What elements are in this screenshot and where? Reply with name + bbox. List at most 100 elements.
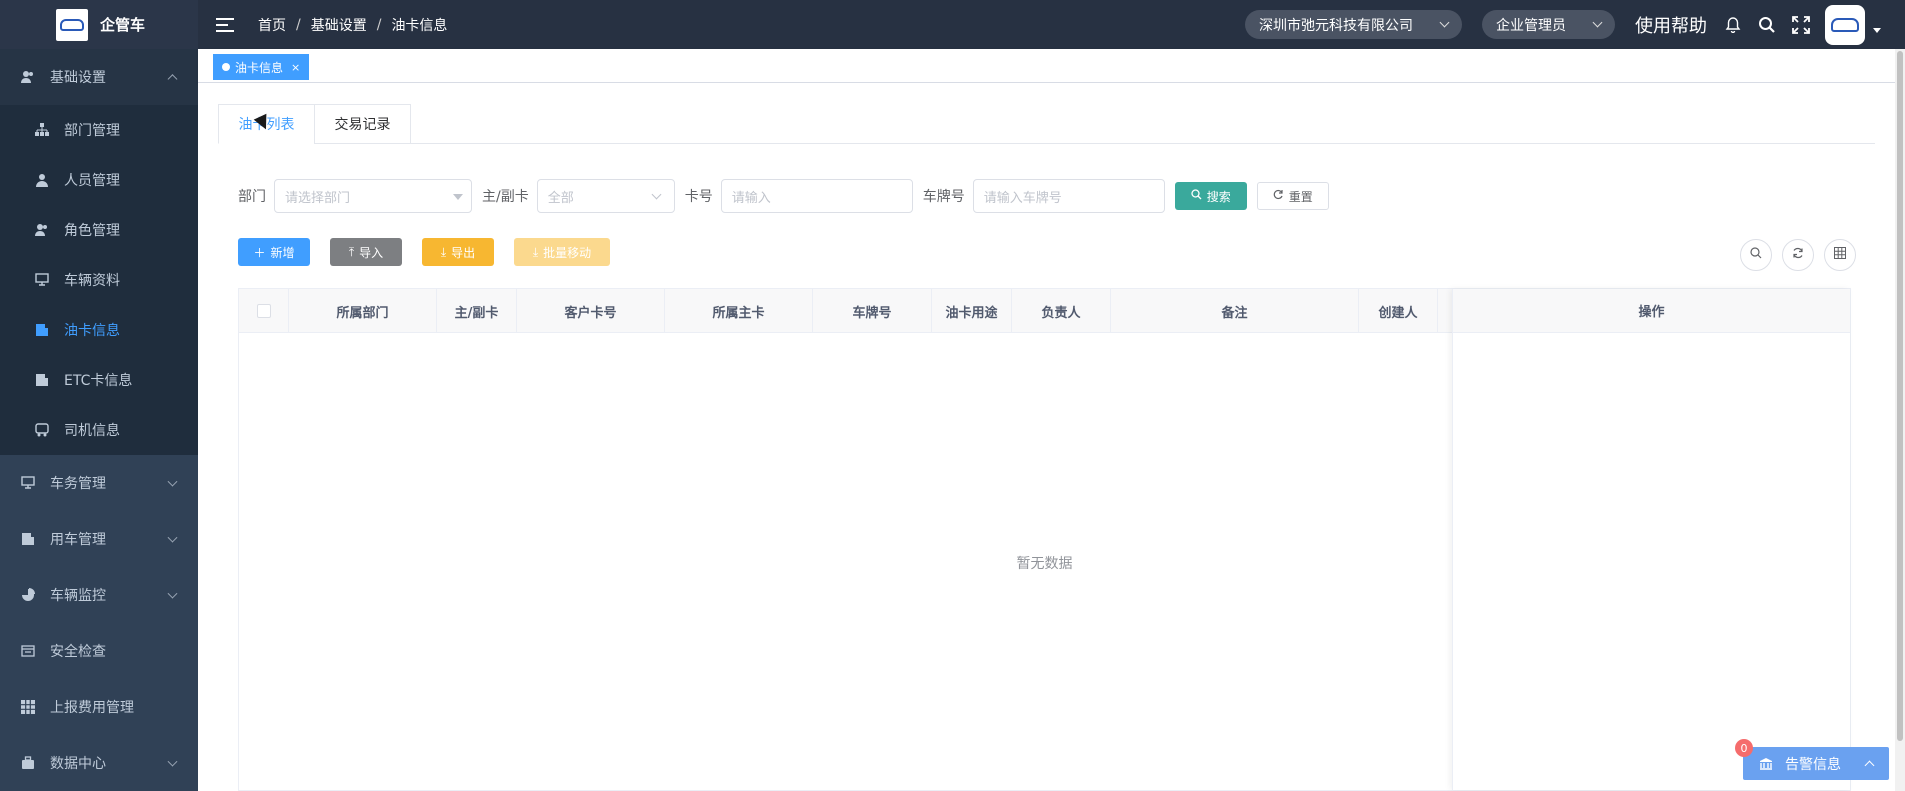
card-no-placeholder: 请输入 bbox=[731, 190, 771, 206]
select-all-cell bbox=[239, 289, 289, 333]
tag-label: 油卡信息 bbox=[235, 60, 284, 75]
columns-button[interactable] bbox=[1824, 239, 1856, 271]
reset-button-label: 重置 bbox=[1288, 189, 1313, 204]
col-actions: 操作 bbox=[1453, 289, 1850, 333]
chevron-down-icon bbox=[1592, 17, 1603, 28]
refresh-button[interactable] bbox=[1782, 239, 1814, 271]
calendar-icon bbox=[20, 643, 36, 659]
etc-card-icon bbox=[34, 372, 50, 388]
logo-image bbox=[56, 8, 88, 41]
logo[interactable]: 企管车 bbox=[0, 0, 198, 49]
sidebar-item-staff[interactable]: 人员管理 bbox=[0, 155, 198, 205]
sidebar-item-dept[interactable]: 部门管理 bbox=[0, 105, 198, 155]
tab-transactions[interactable]: 交易记录 bbox=[314, 104, 411, 144]
fullscreen-icon[interactable] bbox=[1791, 15, 1811, 35]
col-usage: 油卡用途 bbox=[932, 289, 1012, 333]
col-owner: 负责人 bbox=[1012, 289, 1111, 333]
reset-button[interactable]: 重置 bbox=[1256, 182, 1329, 210]
menu-group-basic-settings[interactable]: 基础设置 bbox=[0, 49, 198, 105]
breadcrumb-basic[interactable]: 基础设置 bbox=[311, 15, 367, 35]
help-link[interactable]: 使用帮助 bbox=[1635, 12, 1707, 38]
search-toggle-button[interactable] bbox=[1740, 239, 1772, 271]
monitor-icon bbox=[20, 475, 36, 491]
page-scrollbar[interactable] bbox=[1895, 49, 1905, 791]
app-name: 企管车 bbox=[100, 16, 146, 34]
fixed-action-column: 操作 bbox=[1452, 289, 1850, 790]
search-icon bbox=[1750, 247, 1762, 263]
bell-icon[interactable] bbox=[1723, 15, 1743, 35]
download-icon: ⤓ bbox=[532, 244, 539, 259]
dept-select[interactable]: 请选择部门 bbox=[274, 179, 472, 213]
search-icon[interactable] bbox=[1757, 15, 1777, 35]
col-creator: 创建人 bbox=[1359, 289, 1438, 333]
import-button-label: 导入 bbox=[359, 245, 384, 260]
alarm-panel-toggle[interactable]: 0 告警信息 bbox=[1735, 739, 1889, 780]
menu-toggle-icon[interactable] bbox=[216, 17, 234, 32]
export-button[interactable]: ⤓ 导出 bbox=[422, 238, 494, 266]
menu-group-vehicle-use[interactable]: 用车管理 bbox=[0, 511, 198, 567]
role-value: 企业管理员 bbox=[1496, 17, 1566, 34]
card-type-label: 主/副卡 bbox=[482, 189, 529, 205]
close-icon[interactable]: × bbox=[291, 61, 300, 74]
plus-icon: ＋ bbox=[253, 245, 266, 260]
sidebar-item-label: 部门管理 bbox=[64, 123, 120, 139]
card-icon bbox=[20, 531, 36, 547]
breadcrumb-separator: / bbox=[296, 16, 301, 33]
sidebar-item-label: 油卡信息 bbox=[64, 323, 120, 339]
sidebar-item-label: 角色管理 bbox=[64, 223, 120, 239]
sidebar-item-vehicle[interactable]: 车辆资料 bbox=[0, 255, 198, 305]
import-button[interactable]: ⤒ 导入 bbox=[330, 238, 402, 266]
pie-icon bbox=[20, 587, 36, 603]
topbar: 首页 / 基础设置 / 油卡信息 深圳市弛元科技有限公司 企业管理员 使用帮助 bbox=[198, 0, 1905, 49]
card-type-select[interactable]: 全部 bbox=[536, 179, 675, 213]
menu-group-monitoring[interactable]: 车辆监控 bbox=[0, 567, 198, 623]
sidebar-item-role[interactable]: 角色管理 bbox=[0, 205, 198, 255]
select-all-checkbox[interactable] bbox=[256, 304, 271, 318]
sidebar-item-etc-card[interactable]: ETC卡信息 bbox=[0, 355, 198, 405]
menu-group-safety[interactable]: 安全检查 bbox=[0, 623, 198, 679]
batch-move-button[interactable]: ⤓ 批量移动 bbox=[514, 238, 610, 266]
plate-input[interactable]: 请输入车牌号 bbox=[972, 179, 1165, 213]
fuel-card-table: 所属部门 主/副卡 客户卡号 所属主卡 车牌号 油卡用途 负责人 备注 创建人 … bbox=[238, 288, 1851, 791]
menu-group-label: 数据中心 bbox=[50, 756, 106, 772]
company-select[interactable]: 深圳市弛元科技有限公司 bbox=[1245, 10, 1462, 39]
plate-placeholder: 请输入车牌号 bbox=[983, 190, 1062, 206]
menu-group-label: 上报费用管理 bbox=[50, 700, 134, 716]
sidebar-item-fuel-card[interactable]: 油卡信息 bbox=[0, 305, 198, 355]
action-toolbar: ＋ 新增 ⤒ 导入 ⤓ 导出 ⤓ 批量移动 bbox=[238, 238, 630, 266]
menu-group-expense[interactable]: 上报费用管理 bbox=[0, 679, 198, 735]
menu-group-vehicle-affairs[interactable]: 车务管理 bbox=[0, 455, 198, 511]
col-dept: 所属部门 bbox=[289, 289, 437, 333]
tag-fuel-card[interactable]: 油卡信息 × bbox=[213, 54, 310, 80]
search-button[interactable]: 搜索 bbox=[1174, 182, 1247, 210]
avatar[interactable] bbox=[1825, 4, 1865, 45]
plate-label: 车牌号 bbox=[922, 189, 965, 205]
role-select[interactable]: 企业管理员 bbox=[1482, 10, 1615, 39]
sidebar-item-driver[interactable]: 司机信息 bbox=[0, 405, 198, 455]
menu-group-data-center[interactable]: 数据中心 bbox=[0, 735, 198, 791]
org-tree-icon bbox=[34, 122, 50, 138]
active-dot-icon bbox=[222, 63, 230, 71]
card-no-input[interactable]: 请输入 bbox=[720, 179, 913, 213]
menu-group-label: 基础设置 bbox=[50, 70, 106, 86]
chevron-up-icon bbox=[1864, 760, 1875, 771]
bus-icon bbox=[34, 422, 50, 438]
download-icon: ⤓ bbox=[440, 244, 447, 259]
breadcrumb-home[interactable]: 首页 bbox=[258, 15, 286, 35]
caret-down-icon[interactable] bbox=[1873, 28, 1881, 33]
briefcase-icon bbox=[20, 755, 36, 771]
sidebar-item-label: ETC卡信息 bbox=[64, 373, 133, 389]
card-icon bbox=[34, 322, 50, 338]
breadcrumb-current: 油卡信息 bbox=[391, 17, 448, 34]
chevron-down-icon bbox=[167, 532, 178, 543]
col-plate: 车牌号 bbox=[813, 289, 932, 333]
caret-down-icon bbox=[453, 194, 463, 200]
main-content: 油卡列表 交易记录 部门 请选择部门 主/副卡 全部 卡号 请输入 车牌号 请输… bbox=[198, 83, 1895, 791]
dept-placeholder: 请选择部门 bbox=[285, 190, 351, 206]
add-button[interactable]: ＋ 新增 bbox=[238, 238, 310, 266]
tags-view: 油卡信息 × bbox=[198, 49, 1895, 83]
col-main-card: 所属主卡 bbox=[665, 289, 813, 333]
breadcrumb: 首页 / 基础设置 / 油卡信息 bbox=[258, 15, 447, 35]
monitor-icon bbox=[34, 272, 50, 288]
scrollbar-thumb[interactable] bbox=[1897, 51, 1903, 741]
